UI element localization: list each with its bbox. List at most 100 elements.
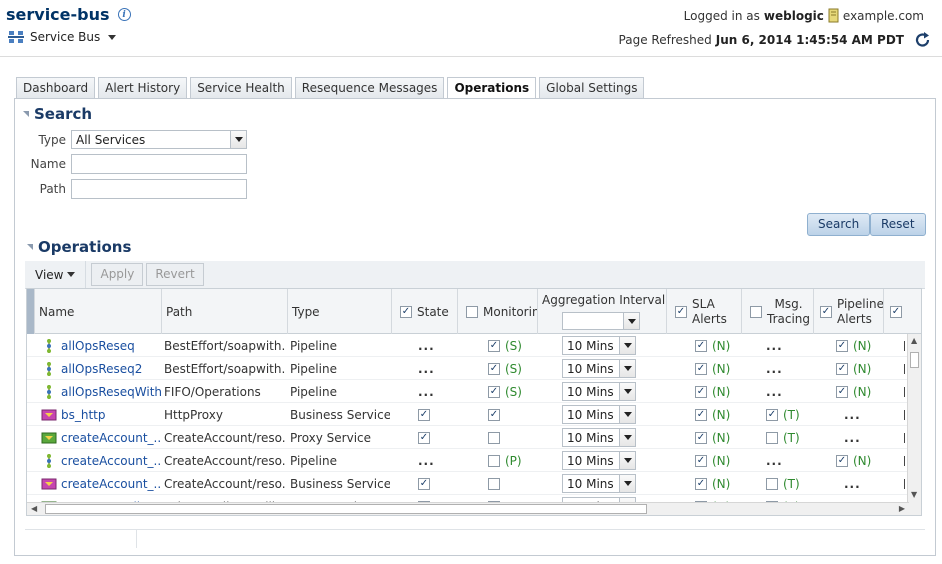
interval-select[interactable]: 10 Mins xyxy=(562,451,636,470)
path-input[interactable] xyxy=(71,179,247,199)
column-pipeline-alerts[interactable]: Pipeline Alerts xyxy=(814,289,884,334)
pipeline-alerts-checkbox[interactable] xyxy=(836,362,848,375)
info-icon[interactable]: i xyxy=(117,8,131,21)
pipeline-alerts-checkbox[interactable] xyxy=(836,454,848,467)
chevron-down-icon xyxy=(623,313,639,329)
sla-header-checkbox[interactable] xyxy=(675,305,687,318)
column-monitoring[interactable]: Monitorin xyxy=(458,289,538,334)
table-row[interactable]: createAccount_... CreateAccount/reso... Pr… xyxy=(27,426,921,449)
column-state-label: State xyxy=(417,304,449,319)
vertical-scroll-thumb[interactable] xyxy=(910,352,919,368)
state-checkbox[interactable] xyxy=(418,431,430,444)
refresh-icon[interactable] xyxy=(914,32,932,48)
table-row[interactable]: createAccount_... CreateAccount/reso... Bu… xyxy=(27,472,921,495)
table-row[interactable]: allOpsReseq BestEffort/soapwith... Pipelin… xyxy=(27,334,921,357)
msg-tracing-checkbox[interactable] xyxy=(766,477,778,490)
business-icon xyxy=(41,407,61,423)
pipeline-header-checkbox[interactable] xyxy=(820,305,832,318)
msg-tracing-checkbox[interactable] xyxy=(766,431,778,444)
horizontal-scrollbar[interactable]: ◀ ▶ xyxy=(27,502,909,515)
monitoring-checkbox[interactable] xyxy=(488,454,500,467)
table-row[interactable]: bs_http HttpProxy Business Service 10 Mins (… xyxy=(27,403,921,426)
monitoring-header-checkbox[interactable] xyxy=(466,305,478,318)
pipeline-alerts-checkbox[interactable] xyxy=(836,385,848,398)
sla-alerts-tag: (N) xyxy=(712,476,731,491)
state-checkbox[interactable] xyxy=(418,408,430,421)
msg-tracing-checkbox[interactable] xyxy=(766,408,778,421)
column-aggregation-interval[interactable]: Aggregation Interval xyxy=(538,289,667,334)
interval-select[interactable]: 10 Mins xyxy=(562,405,636,424)
state-header-checkbox[interactable] xyxy=(400,305,412,318)
monitoring-checkbox[interactable] xyxy=(488,339,500,352)
chevron-down-icon xyxy=(108,34,117,40)
interval-select[interactable]: 10 Mins xyxy=(562,474,636,493)
table-row[interactable]: allOpsReseq2 BestEffort/soapwith... Pipeli… xyxy=(27,357,921,380)
monitoring-checkbox[interactable] xyxy=(488,385,500,398)
search-button[interactable]: Search xyxy=(807,213,871,236)
pipeline-alerts-checkbox[interactable] xyxy=(836,339,848,352)
chevron-down-icon xyxy=(230,131,246,148)
view-menu[interactable]: View xyxy=(25,260,87,289)
tab-service-health[interactable]: Service Health xyxy=(190,77,292,98)
monitoring-checkbox[interactable] xyxy=(488,477,500,490)
column-extra[interactable] xyxy=(884,289,914,334)
service-name-link[interactable]: allOpsReseq xyxy=(61,339,135,353)
revert-button[interactable]: Revert xyxy=(146,263,204,286)
interval-select[interactable]: 10 Mins xyxy=(562,359,636,378)
horizontal-scroll-thumb[interactable] xyxy=(45,504,647,514)
interval-select[interactable]: 10 Mins xyxy=(562,382,636,401)
scroll-right-icon[interactable]: ▶ xyxy=(899,504,905,513)
scroll-left-icon[interactable]: ◀ xyxy=(31,504,37,513)
operations-section-header[interactable]: Operations xyxy=(27,238,131,256)
type-select[interactable]: All Services xyxy=(71,130,247,149)
monitoring-checkbox[interactable] xyxy=(488,408,500,421)
user-name[interactable]: weblogic xyxy=(764,9,824,23)
column-msg-tracing[interactable]: Msg. Tracing xyxy=(742,289,814,334)
sla-alerts-checkbox[interactable] xyxy=(695,385,707,398)
column-path[interactable]: Path xyxy=(162,289,288,334)
name-input[interactable] xyxy=(71,154,247,174)
aggregation-header-select[interactable] xyxy=(562,312,640,330)
monitoring-tag: (P) xyxy=(505,453,522,468)
sla-alerts-checkbox[interactable] xyxy=(695,431,707,444)
service-name-link[interactable]: bs_http xyxy=(61,408,106,422)
apply-button[interactable]: Apply xyxy=(91,263,144,286)
column-type[interactable]: Type xyxy=(288,289,392,334)
table-row[interactable]: createAccount_... CreateAccount/reso... Pi… xyxy=(27,449,921,472)
tab-operations[interactable]: Operations xyxy=(447,77,537,99)
interval-select[interactable]: 10 Mins xyxy=(562,428,636,447)
vertical-scrollbar[interactable]: ▲ ▼ xyxy=(907,334,921,515)
monitoring-checkbox[interactable] xyxy=(488,362,500,375)
interval-select[interactable]: 10 Mins xyxy=(562,336,636,355)
monitoring-checkbox[interactable] xyxy=(488,431,500,444)
service-name-link[interactable]: allOpsReseq2 xyxy=(61,362,142,376)
sla-alerts-tag: (N) xyxy=(712,338,731,353)
row-interval-cell: 10 Mins xyxy=(562,449,642,472)
state-checkbox[interactable] xyxy=(418,477,430,490)
service-name-link[interactable]: createAccount_... xyxy=(61,454,161,468)
column-state[interactable]: State xyxy=(392,289,458,334)
sla-alerts-checkbox[interactable] xyxy=(695,477,707,490)
sla-alerts-checkbox[interactable] xyxy=(695,408,707,421)
table-row[interactable]: allOpsReseqWith...FIFO/Operations Pipelin… xyxy=(27,380,921,403)
service-name-link[interactable]: allOpsReseqWith... xyxy=(61,385,161,399)
extra-header-checkbox[interactable] xyxy=(890,305,902,318)
sla-alerts-checkbox[interactable] xyxy=(695,339,707,352)
reset-button[interactable]: Reset xyxy=(870,213,926,236)
search-section-header[interactable]: Search xyxy=(23,105,92,123)
sla-alerts-checkbox[interactable] xyxy=(695,362,707,375)
service-name-link[interactable]: createAccount_... xyxy=(61,431,161,445)
sla-alerts-checkbox[interactable] xyxy=(695,454,707,467)
search-section-title: Search xyxy=(34,105,93,123)
scroll-down-icon[interactable]: ▼ xyxy=(911,490,917,499)
tab-global-settings[interactable]: Global Settings xyxy=(539,77,645,98)
service-name-link[interactable]: createAccount_... xyxy=(61,477,161,491)
msg-header-checkbox[interactable] xyxy=(750,305,762,318)
scroll-up-icon[interactable]: ▲ xyxy=(911,336,917,345)
service-bus-menu[interactable]: Service Bus xyxy=(8,30,117,44)
tab-alert-history[interactable]: Alert History xyxy=(98,77,188,98)
column-name[interactable]: Name xyxy=(35,289,162,334)
column-sla-alerts[interactable]: SLA Alerts xyxy=(667,289,742,334)
tab-resequence-messages[interactable]: Resequence Messages xyxy=(294,77,445,98)
tab-dashboard[interactable]: Dashboard xyxy=(16,77,96,98)
